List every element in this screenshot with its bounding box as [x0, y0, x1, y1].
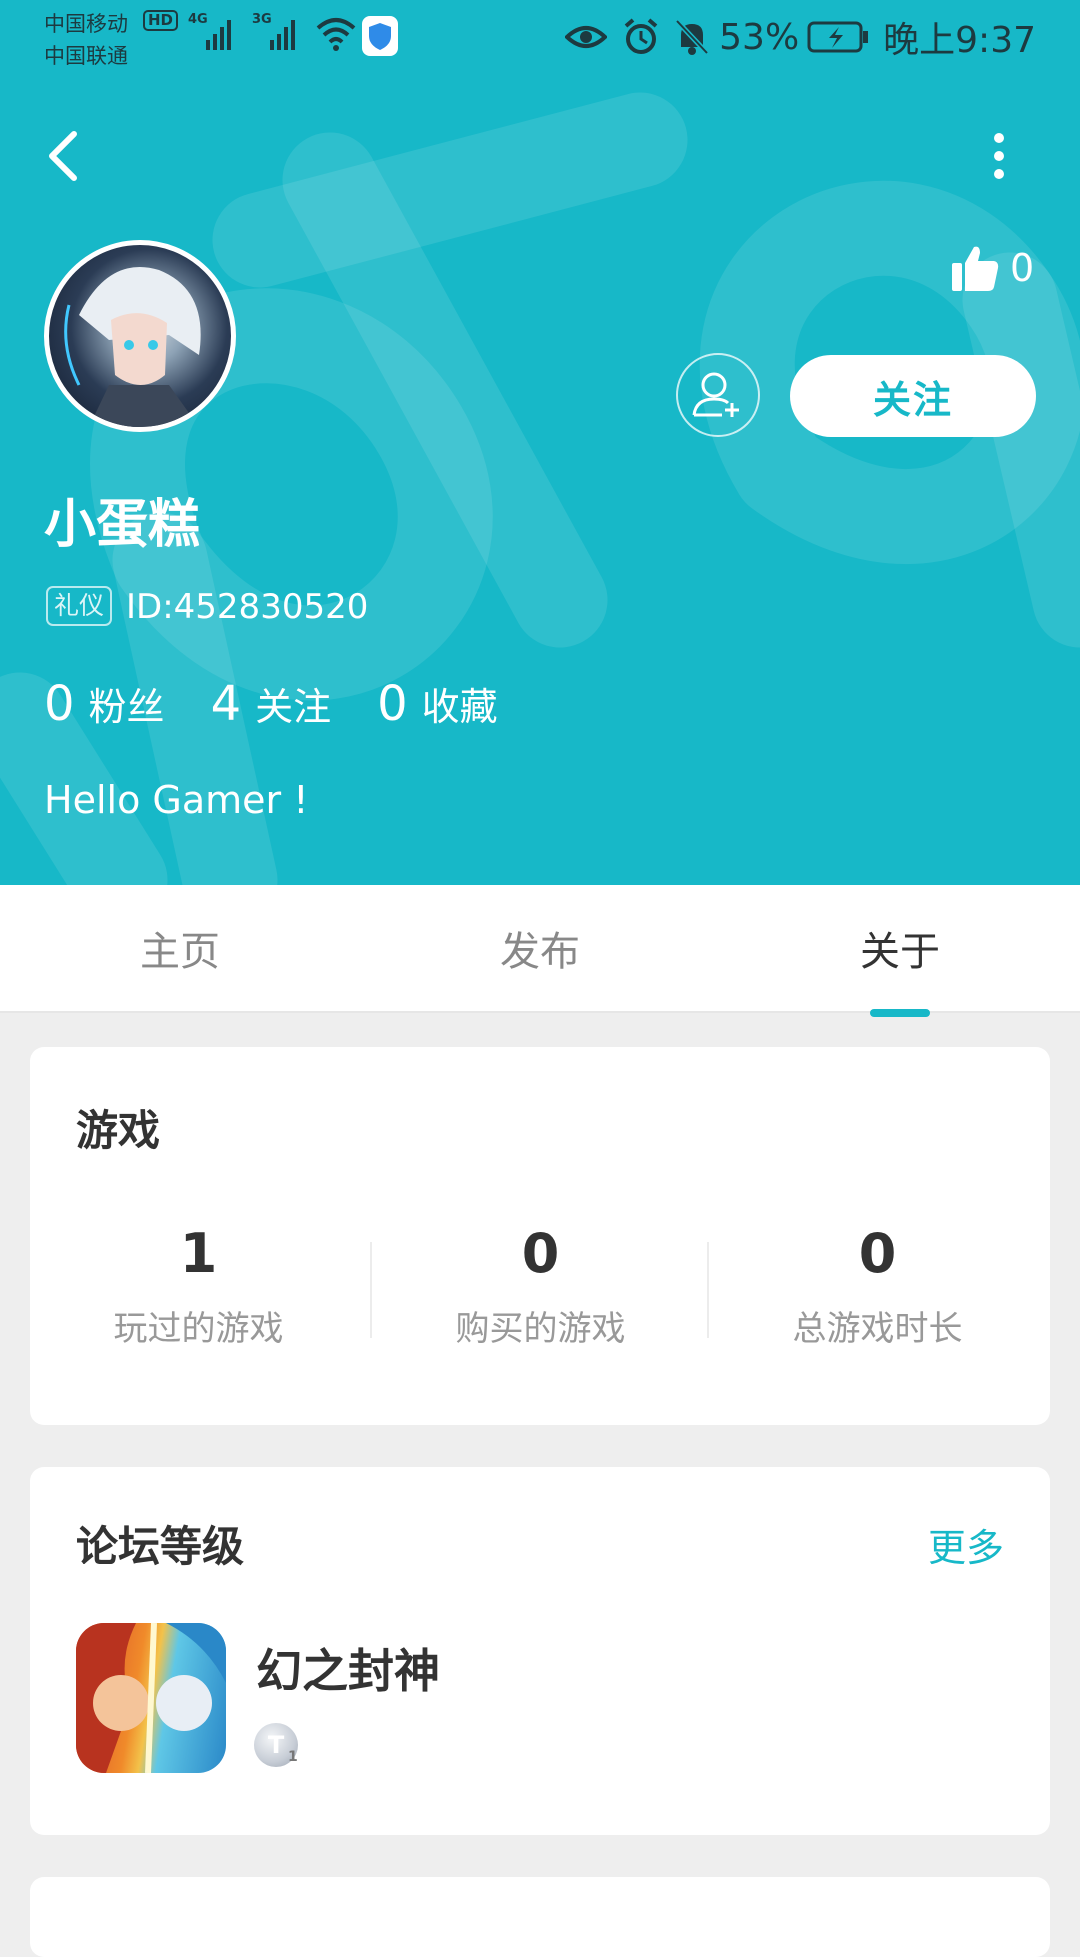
signal-4g-label: 4G	[188, 12, 208, 27]
battery-percent: 53%	[719, 16, 800, 58]
signal-bars-icon	[206, 20, 231, 50]
profile-header: 中国移动 中国联通 HD 4G 3G 53% 晚上9:37 0 关注 小蛋糕 礼…	[0, 0, 1080, 885]
stat-label: 粉丝	[88, 685, 165, 729]
more-link[interactable]: 更多	[928, 1517, 1004, 1572]
carrier-primary: 中国移动	[44, 12, 128, 36]
taptap-watermark	[0, 92, 1080, 885]
username: 小蛋糕	[44, 495, 201, 555]
thumbs-up-icon	[952, 246, 999, 291]
user-badge[interactable]: 礼仪	[46, 586, 113, 626]
stat-followers[interactable]: 0 粉丝	[44, 676, 165, 732]
level-letter: T	[267, 1731, 285, 1759]
next-card	[30, 1877, 1050, 1957]
games-card-title: 游戏	[76, 1106, 161, 1155]
games-card: 游戏 1 玩过的游戏 0 购买的游戏 0 总游戏时长	[30, 1047, 1050, 1425]
signal-3g-label: 3G	[252, 12, 272, 27]
game-art	[76, 1623, 226, 1773]
profile-tabs: 主页 发布 关于	[0, 885, 1080, 1013]
tab-home[interactable]: 主页	[80, 885, 280, 1011]
add-friend-icon	[692, 372, 739, 417]
add-friend-button[interactable]	[676, 353, 760, 437]
stat-value: 4	[210, 676, 242, 732]
like-count: 0	[1010, 246, 1035, 290]
status-bar: 中国移动 中国联通 HD 4G 3G 53% 晚上9:37	[0, 0, 1080, 75]
games-purchased-value: 0	[521, 1222, 560, 1285]
games-played-label: 玩过的游戏	[113, 1309, 284, 1349]
game-icon[interactable]	[76, 1623, 226, 1773]
stat-value: 0	[44, 676, 75, 732]
tab-posts[interactable]: 发布	[440, 885, 640, 1011]
user-bio: Hello Gamer !	[44, 778, 309, 822]
games-purchased[interactable]: 0 购买的游戏	[372, 1222, 709, 1350]
total-playtime-label: 总游戏时长	[792, 1309, 963, 1349]
total-playtime-value: 0	[858, 1222, 897, 1285]
profile-stats: 0 粉丝 4 关注 0 收藏	[44, 676, 544, 732]
carrier-secondary: 中国联通	[44, 44, 128, 68]
status-right: 53% 晚上9:37	[565, 12, 1036, 62]
wifi-icon	[316, 18, 356, 51]
stat-label: 收藏	[421, 685, 498, 729]
tab-indicator	[870, 1009, 930, 1017]
alarm-icon	[624, 18, 658, 54]
avatar[interactable]	[44, 240, 236, 432]
follow-button[interactable]: 关注	[790, 355, 1036, 437]
game-name[interactable]: 幻之封神	[256, 1635, 440, 1701]
stat-label: 关注	[255, 685, 332, 729]
level-number: 1	[288, 1749, 298, 1765]
games-played-value: 1	[179, 1222, 218, 1285]
stat-following[interactable]: 4 关注	[211, 676, 332, 732]
games-purchased-label: 购买的游戏	[455, 1309, 626, 1349]
back-icon[interactable]	[44, 128, 84, 184]
total-playtime[interactable]: 0 总游戏时长	[709, 1222, 1046, 1350]
forum-level-title: 论坛等级	[76, 1522, 245, 1571]
stat-favorites[interactable]: 0 收藏	[377, 676, 498, 732]
bell-off-icon	[675, 19, 709, 55]
shield-icon	[362, 16, 398, 56]
tab-about[interactable]: 关于	[800, 885, 1000, 1011]
eye-icon	[565, 26, 608, 48]
forum-level-card: 论坛等级 更多 幻之封神 T 1	[30, 1467, 1050, 1835]
stat-value: 0	[377, 676, 408, 732]
user-id: ID:452830520	[126, 587, 369, 627]
battery-icon	[807, 21, 869, 53]
clock: 晚上9:37	[883, 20, 1036, 61]
games-played[interactable]: 1 玩过的游戏	[30, 1222, 367, 1350]
more-icon[interactable]	[984, 126, 1014, 186]
like-button[interactable]: 0	[950, 243, 1034, 293]
signal-bars-icon	[270, 20, 295, 50]
avatar-image	[64, 267, 201, 427]
hd-badge: HD	[143, 10, 179, 31]
